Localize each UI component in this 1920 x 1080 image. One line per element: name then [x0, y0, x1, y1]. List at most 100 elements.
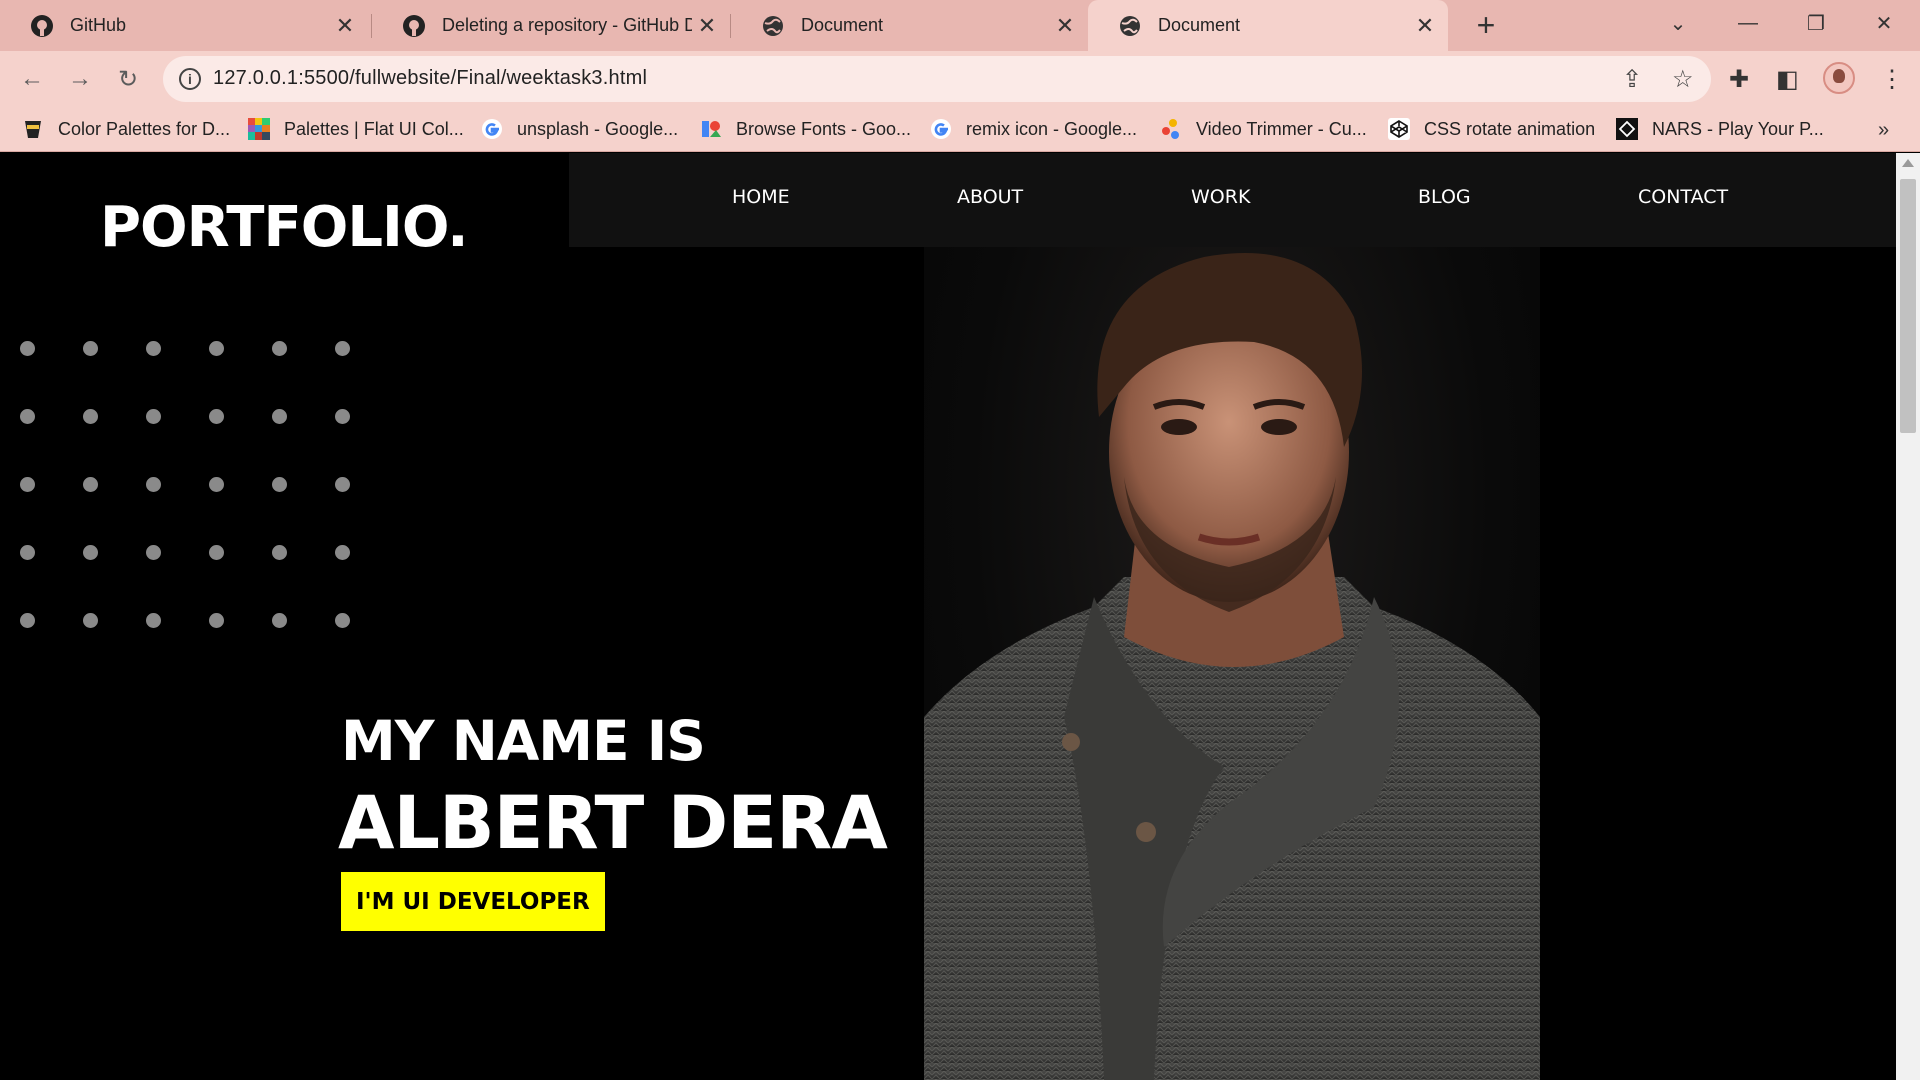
decorative-dot — [272, 477, 287, 492]
bookmark-label: Palettes | Flat UI Col... — [284, 118, 464, 139]
site-info-icon[interactable]: i — [179, 68, 201, 90]
decorative-dot — [83, 409, 98, 424]
hero-role-badge[interactable]: I'M UI DEVELOPER — [341, 872, 605, 931]
bookmark-item[interactable]: Video Trimmer - Cu... — [1160, 115, 1367, 143]
menu-kebab-icon[interactable]: ⋮ — [1880, 65, 1904, 94]
forward-button[interactable]: → — [62, 61, 98, 97]
site-logo[interactable]: PORTFOLIO. — [100, 195, 468, 260]
nav-about[interactable]: ABOUT — [957, 186, 1023, 208]
decorative-dot — [209, 545, 224, 560]
bookmark-item[interactable]: unsplash - Google... — [481, 115, 678, 143]
bookmark-label: unsplash - Google... — [517, 118, 679, 139]
tab-github[interactable]: GitHub ✕ — [0, 0, 368, 51]
close-icon[interactable]: ✕ — [1410, 13, 1440, 39]
decorative-dot — [83, 545, 98, 560]
nars-icon — [1616, 118, 1638, 140]
decorative-dot — [209, 341, 224, 356]
profile-avatar[interactable] — [1823, 62, 1855, 94]
share-icon[interactable]: ⇪ — [1622, 65, 1642, 94]
minimize-button[interactable]: — — [1718, 0, 1778, 46]
bookmark-label: remix icon - Google... — [966, 118, 1138, 139]
close-window-button[interactable]: ✕ — [1854, 0, 1914, 46]
decorative-dot — [209, 613, 224, 628]
video-trimmer-icon — [1162, 119, 1179, 139]
decorative-dot — [335, 545, 350, 560]
tab-title: Deleting a repository - GitHub Docs — [442, 15, 692, 35]
decorative-dot — [335, 341, 350, 356]
decorative-dot — [20, 341, 35, 356]
github-icon — [31, 14, 53, 37]
nav-work[interactable]: WORK — [1191, 186, 1250, 208]
close-icon[interactable]: ✕ — [692, 13, 722, 39]
decorative-dot — [209, 477, 224, 492]
bookmark-star-icon[interactable]: ☆ — [1672, 65, 1694, 94]
reload-button[interactable]: ↻ — [110, 61, 146, 97]
decorative-dot — [146, 545, 161, 560]
more-bookmarks-chevron-icon[interactable]: » — [1878, 119, 1889, 142]
decorative-dot — [146, 409, 161, 424]
address-url[interactable]: 127.0.0.1:5500/fullwebsite/Final/weektas… — [213, 67, 647, 90]
bookmark-item[interactable]: Palettes | Flat UI Col... — [248, 115, 464, 143]
decorative-dot — [272, 341, 287, 356]
decorative-dot — [20, 545, 35, 560]
decorative-dot — [272, 613, 287, 628]
extensions-icon[interactable]: ✚ — [1729, 65, 1749, 94]
bookmark-label: Video Trimmer - Cu... — [1196, 118, 1367, 139]
decorative-dot — [20, 409, 35, 424]
close-icon[interactable]: ✕ — [1050, 13, 1080, 39]
tab-document-active[interactable]: Document ✕ — [1088, 0, 1448, 51]
decorative-dot — [272, 409, 287, 424]
address-bar[interactable]: i 127.0.0.1:5500/fullwebsite/Final/weekt… — [163, 56, 1711, 102]
restore-button[interactable]: ❐ — [1786, 0, 1846, 46]
bookmarks-bar: Color Palettes for D... Palettes | Flat … — [0, 107, 1920, 152]
tab-document[interactable]: Document ✕ — [731, 0, 1088, 51]
globe-icon — [763, 15, 783, 36]
decorative-dot — [83, 613, 98, 628]
palette-cup-icon — [25, 121, 41, 138]
decorative-dot — [209, 409, 224, 424]
decorative-dot — [335, 613, 350, 628]
decorative-dot — [272, 545, 287, 560]
tab-deleting-repository[interactable]: Deleting a repository - GitHub Docs ✕ — [372, 0, 730, 51]
google-icon — [931, 119, 951, 139]
google-fonts-icon — [702, 121, 721, 137]
new-tab-button[interactable]: + — [1466, 6, 1506, 46]
bookmark-item[interactable]: NARS - Play Your P... — [1616, 115, 1824, 143]
portfolio-page: PORTFOLIO. HOME ABOUT WORK BLOG CONTACT — [0, 153, 1896, 1080]
bookmark-label: CSS rotate animation — [1424, 118, 1596, 139]
decorative-dot — [146, 477, 161, 492]
tab-search-chevron-icon[interactable]: ⌄ — [1648, 0, 1708, 46]
decorative-dot — [83, 341, 98, 356]
bookmark-item[interactable]: Color Palettes for D... — [22, 115, 230, 143]
decorative-dot — [335, 477, 350, 492]
decorative-dot — [335, 409, 350, 424]
portrait-illustration — [924, 253, 1540, 1080]
bookmark-label: Color Palettes for D... — [58, 118, 231, 139]
nav-contact[interactable]: CONTACT — [1638, 186, 1728, 208]
nav-blog[interactable]: BLOG — [1418, 186, 1471, 208]
side-panel-icon[interactable]: ◧ — [1776, 65, 1799, 94]
tab-strip: GitHub ✕ Deleting a repository - GitHub … — [0, 0, 1920, 51]
flat-ui-grid-icon — [248, 118, 270, 140]
hero-name-heading: ALBERT DERA — [338, 781, 888, 866]
browser-toolbar: ← → ↻ i 127.0.0.1:5500/fullwebsite/Final… — [0, 51, 1920, 107]
scrollbar-thumb[interactable] — [1900, 179, 1916, 433]
bookmark-item[interactable]: remix icon - Google... — [930, 115, 1137, 143]
bookmark-label: NARS - Play Your P... — [1652, 118, 1824, 139]
decorative-dot — [146, 341, 161, 356]
vertical-scrollbar[interactable] — [1896, 153, 1920, 1080]
back-button[interactable]: ← — [14, 61, 50, 97]
github-icon — [403, 14, 425, 37]
scroll-up-arrow-icon[interactable] — [1902, 159, 1914, 167]
nav-home[interactable]: HOME — [732, 186, 790, 208]
main-navigation: HOME ABOUT WORK BLOG CONTACT — [569, 153, 1896, 247]
bookmark-item[interactable]: CSS rotate animation — [1388, 115, 1595, 143]
close-icon[interactable]: ✕ — [330, 13, 360, 39]
hero-intro-text: MY NAME IS — [341, 709, 706, 773]
bookmark-item[interactable]: Browse Fonts - Goo... — [700, 115, 911, 143]
tab-title: Document — [801, 15, 884, 35]
hero-portrait-image — [924, 247, 1540, 1080]
globe-icon — [1120, 15, 1140, 36]
tab-title: GitHub — [70, 15, 127, 35]
google-icon — [482, 119, 502, 139]
